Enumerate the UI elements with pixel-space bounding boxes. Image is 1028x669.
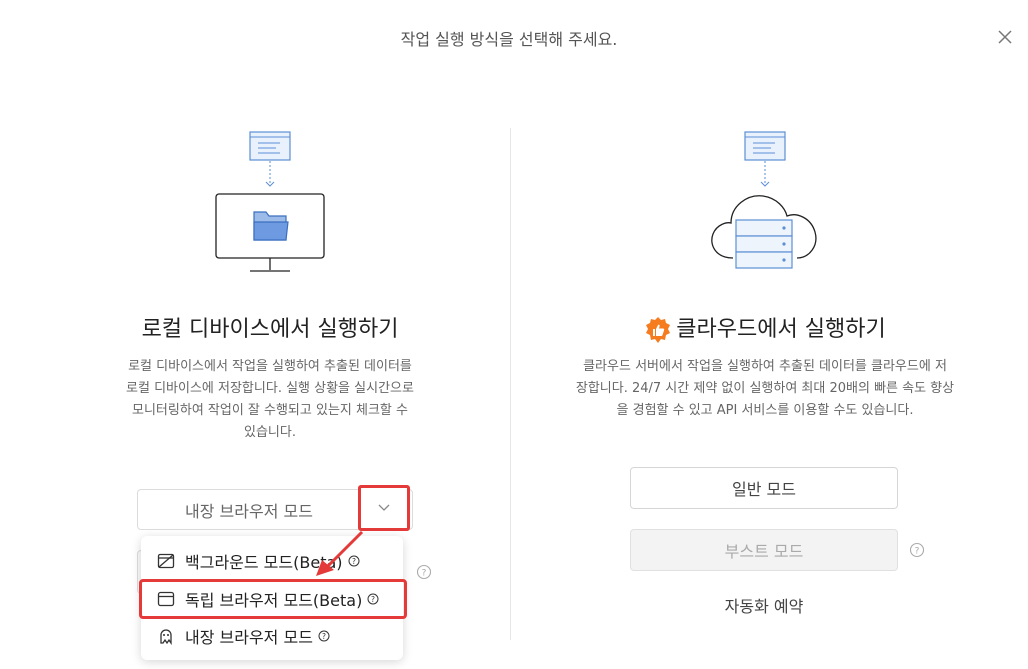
description-line: 모니터링하여 작업이 잘 수행되고 있는지 체크할 수	[132, 403, 408, 418]
help-icon[interactable]: ?	[416, 564, 432, 580]
local-device-illustration	[215, 131, 325, 272]
description-line: 로컬 디바이스에서 작업을 실행하여 추출된 데이터를	[128, 359, 412, 374]
local-run-title: 로컬 디바이스에서 실행하기	[141, 317, 399, 342]
schedule-automation-link[interactable]: 자동화 예약	[630, 593, 898, 617]
svg-text:?: ?	[915, 547, 920, 557]
robot-icon	[157, 627, 175, 645]
normal-mode-button[interactable]: 일반 모드	[630, 467, 898, 509]
description-line: 장합니다. 24/7 시간 제약 없이 실행하여 최대 20배의 빠른 속도 향…	[575, 381, 955, 396]
boost-mode-button[interactable]: 부스트 모드	[630, 529, 898, 571]
help-icon[interactable]: ?	[909, 542, 925, 558]
cloud-run-title-text: 클라우드에서 실행하기	[676, 317, 886, 342]
thumbs-up-badge-icon	[646, 317, 671, 343]
description-line: 로컬 디바이스에 저장합니다. 실행 상황을 실시간으로	[126, 381, 414, 396]
description-line: 을 경험할 수 있고 API 서비스를 이용할 수도 있습니다.	[616, 403, 914, 418]
cloud-server-illustration	[711, 131, 817, 269]
annotation-arrow	[316, 530, 364, 576]
dialog-title: 작업 실행 방식을 선택해 주세요.	[400, 30, 618, 49]
close-button[interactable]	[996, 28, 1014, 46]
cloud-run-title: 클라우드에서 실행하기	[600, 311, 930, 344]
mode-dropdown-toggle[interactable]	[358, 485, 410, 531]
close-icon	[998, 30, 1012, 44]
annotation-highlight-box	[139, 579, 407, 619]
svg-text:?: ?	[322, 632, 326, 641]
panel-divider	[510, 128, 511, 640]
svg-text:?: ?	[422, 569, 427, 579]
description-line: 클라우드 서버에서 작업을 실행하여 추출된 데이터를 클라우드에 저	[583, 359, 947, 374]
chevron-down-icon	[378, 504, 390, 511]
cloud-run-description: 클라우드 서버에서 작업을 실행하여 추출된 데이터를 클라우드에 저 장합니다…	[540, 356, 990, 422]
help-icon[interactable]: ?	[318, 630, 330, 642]
browser-mode-button[interactable]: 내장 브라우저 모드	[138, 490, 360, 529]
background-mode-icon	[157, 552, 175, 570]
menu-item-builtin-browser-mode[interactable]: 내장 브라우저 모드 ?	[141, 618, 403, 654]
menu-item-label: 내장 브라우저 모드	[185, 628, 313, 647]
description-line: 있습니다.	[244, 425, 296, 440]
local-run-description: 로컬 디바이스에서 작업을 실행하여 추출된 데이터를 로컬 디바이스에 저장합…	[90, 356, 450, 444]
